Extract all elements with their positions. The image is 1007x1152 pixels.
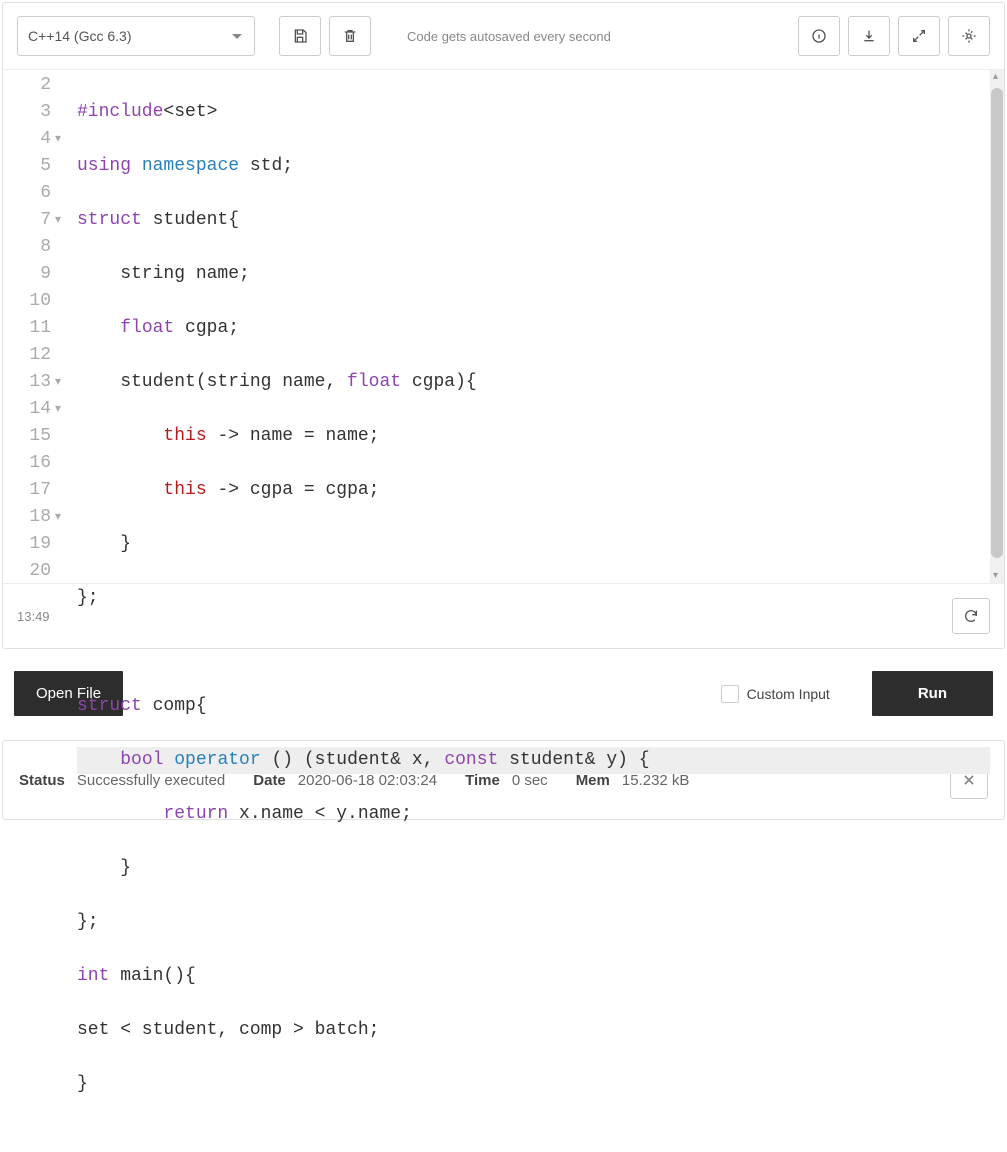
line-number: 10 [3, 288, 51, 315]
delete-button[interactable] [329, 16, 371, 56]
save-button[interactable] [279, 16, 321, 56]
fullscreen-button[interactable] [898, 16, 940, 56]
line-number: 8 [3, 234, 51, 261]
scrollbar-thumb[interactable] [991, 88, 1003, 558]
toolbar: C++14 (Gcc 6.3) Code gets autosaved ever… [3, 3, 1004, 69]
autosave-text: Code gets autosaved every second [407, 29, 611, 44]
code-line: return x.name < y.name; [77, 801, 990, 828]
line-number: 3 [3, 99, 51, 126]
line-number: 12 [3, 342, 51, 369]
code-line: }; [77, 909, 990, 936]
line-number: 2 [3, 72, 51, 99]
code-editor[interactable]: 2 3 4 5 6 7 8 9 10 11 12 13 14 15 16 17 … [3, 69, 1004, 583]
gear-icon [961, 28, 977, 44]
gutter: 2 3 4 5 6 7 8 9 10 11 12 13 14 15 16 17 … [3, 70, 63, 583]
line-number: 20 [3, 558, 51, 585]
line-number: 13 [3, 369, 51, 396]
code-line: this -> cgpa = cgpa; [77, 477, 990, 504]
language-select[interactable]: C++14 (Gcc 6.3) [17, 16, 255, 56]
code-line: using namespace std; [77, 153, 990, 180]
code-line: } [77, 855, 990, 882]
expand-icon [911, 28, 927, 44]
download-button[interactable] [848, 16, 890, 56]
language-label: C++14 (Gcc 6.3) [28, 28, 132, 44]
code-line: struct student{ [77, 207, 990, 234]
code-line: } [77, 531, 990, 558]
code-line: } [77, 1071, 990, 1098]
code-line: float cgpa; [77, 315, 990, 342]
settings-button[interactable] [948, 16, 990, 56]
info-button[interactable] [798, 16, 840, 56]
line-number: 11 [3, 315, 51, 342]
line-number: 7 [3, 207, 51, 234]
code-line-active: bool operator () (student& x, const stud… [77, 747, 990, 774]
cursor-position: 13:49 [17, 609, 50, 624]
line-number: 15 [3, 423, 51, 450]
line-number: 9 [3, 261, 51, 288]
code-line: int main(){ [77, 963, 990, 990]
scroll-down-icon[interactable]: ▾ [993, 572, 1001, 580]
line-number: 5 [3, 153, 51, 180]
code-area[interactable]: #include<set> using namespace std; struc… [63, 70, 990, 583]
line-number: 4 [3, 126, 51, 153]
line-number: 6 [3, 180, 51, 207]
line-number: 14 [3, 396, 51, 423]
editor-panel: C++14 (Gcc 6.3) Code gets autosaved ever… [2, 2, 1005, 649]
scroll-up-icon[interactable]: ▴ [993, 73, 1001, 81]
code-line [77, 639, 990, 666]
chevron-down-icon [232, 34, 242, 39]
line-number: 16 [3, 450, 51, 477]
code-line: this -> name = name; [77, 423, 990, 450]
line-number: 17 [3, 477, 51, 504]
info-icon [811, 28, 827, 44]
download-icon [861, 28, 877, 44]
code-line: student(string name, float cgpa){ [77, 369, 990, 396]
line-number: 18 [3, 504, 51, 531]
line-number: 19 [3, 531, 51, 558]
scrollbar-vertical[interactable]: ▴ ▾ [990, 70, 1004, 583]
code-line: struct comp{ [77, 693, 990, 720]
code-line: set < student, comp > batch; [77, 1017, 990, 1044]
code-line: string name; [77, 261, 990, 288]
trash-icon [342, 28, 358, 44]
code-line: #include<set> [77, 99, 990, 126]
save-icon [292, 28, 308, 44]
status-label: Status [19, 772, 65, 789]
code-line: }; [77, 585, 990, 612]
